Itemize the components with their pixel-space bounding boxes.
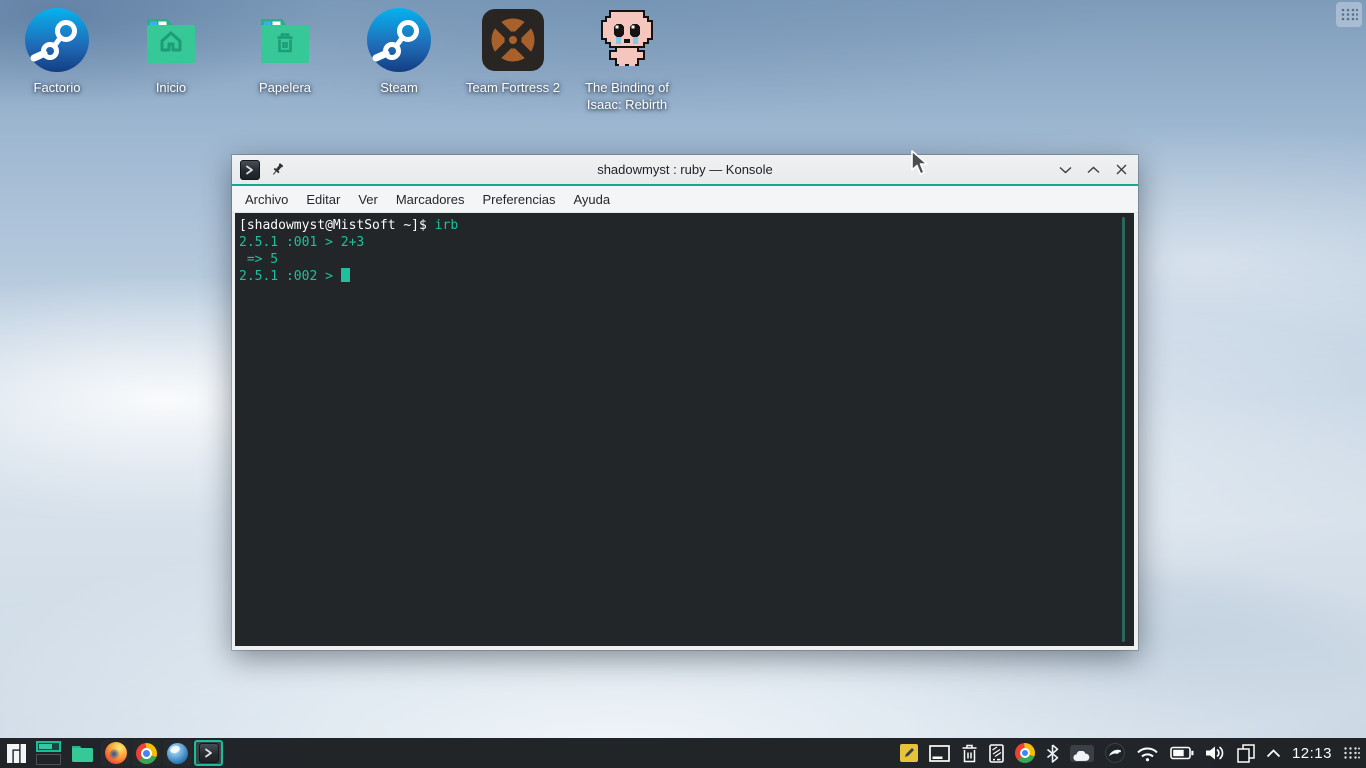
- volume-tray-icon[interactable]: [1205, 744, 1226, 762]
- pager-desktop-2[interactable]: [36, 754, 61, 765]
- desktop-icon-papelera[interactable]: Papelera: [228, 0, 342, 113]
- desktop-toolbox-button[interactable]: [1336, 2, 1362, 27]
- pager-desktop-1[interactable]: [36, 741, 61, 752]
- clock[interactable]: 12:13: [1292, 745, 1332, 762]
- task-chrome[interactable]: [132, 740, 161, 766]
- menu-marcadores[interactable]: Marcadores: [387, 188, 474, 211]
- menu-archivo[interactable]: Archivo: [236, 188, 297, 211]
- desktop-icon-isaac[interactable]: The Binding of Isaac: Rebirth: [570, 0, 684, 113]
- desktop-icon-factorio[interactable]: Factorio: [0, 0, 114, 113]
- chrome-tray-icon[interactable]: [1014, 743, 1035, 763]
- menu-preferencias[interactable]: Preferencias: [473, 188, 564, 211]
- task-konsole-active[interactable]: [194, 740, 223, 766]
- folder-trash-icon: [253, 8, 317, 72]
- globe-bird-tray-icon[interactable]: [1104, 743, 1125, 763]
- menu-bar: Archivo Editar Ver Marcadores Preferenci…: [232, 186, 1138, 213]
- frame-tray-icon[interactable]: [929, 744, 950, 762]
- chevron-up-icon: [1087, 166, 1099, 173]
- menu-ayuda[interactable]: Ayuda: [564, 188, 619, 211]
- cloud-tray-icon[interactable]: [1069, 744, 1094, 762]
- task-web-browser[interactable]: [163, 740, 192, 766]
- file-manager-launcher[interactable]: [69, 740, 95, 766]
- desktop-icon-label: Steam: [380, 80, 418, 95]
- pencil-icon: [904, 748, 914, 757]
- terminal-line: => 5: [239, 252, 279, 267]
- menu-ver[interactable]: Ver: [349, 188, 387, 211]
- wifi-tray-icon[interactable]: [1136, 744, 1159, 762]
- terminal-cursor: [340, 268, 350, 282]
- desktop-icon-grid: Factorio Inicio Papelera Steam Team Fort…: [0, 0, 684, 113]
- minimize-button[interactable]: [1056, 161, 1074, 179]
- folder-home-icon: [139, 8, 203, 72]
- virtual-desktop-pager[interactable]: [36, 741, 61, 765]
- shell-prompt: [shadowmyst@MistSoft ~]$: [239, 218, 435, 233]
- grid-dots-icon: [1341, 8, 1358, 21]
- desktop-icon-label: The Binding of Isaac: Rebirth: [585, 80, 669, 112]
- panel-toolbox-button[interactable]: [1343, 746, 1360, 760]
- pin-icon[interactable]: [270, 162, 285, 177]
- terminal-line: 2.5.1 :001 > 2+3: [239, 235, 365, 250]
- firefox-icon: [104, 742, 127, 764]
- maximize-button[interactable]: [1084, 161, 1102, 179]
- desktop-icon-steam[interactable]: Steam: [342, 0, 456, 113]
- terminal-line: 2.5.1 :002 >: [239, 268, 1132, 285]
- chevron-up-icon: [1266, 748, 1281, 757]
- terminal-output: [shadowmyst@MistSoft ~]$ irb 2.5.1 :001 …: [235, 213, 1134, 285]
- battery-tray-icon[interactable]: [1170, 746, 1194, 760]
- konsole-window-icon[interactable]: [240, 159, 260, 180]
- window-title: shadowmyst : ruby — Konsole: [597, 162, 773, 177]
- konsole-icon: [198, 743, 219, 763]
- terminal-line: [shadowmyst@MistSoft ~]$ irb: [239, 217, 1132, 234]
- desktop-icon-label: Inicio: [155, 80, 187, 95]
- desktop-icon-tf2[interactable]: Team Fortress 2: [456, 0, 570, 113]
- close-button[interactable]: [1112, 161, 1130, 179]
- shell-command: irb: [434, 218, 459, 233]
- steam-icon: [367, 8, 431, 72]
- tf2-icon: [481, 8, 545, 72]
- trash-tray-icon[interactable]: [961, 744, 978, 763]
- menu-editar[interactable]: Editar: [297, 188, 349, 211]
- application-launcher-button[interactable]: [4, 740, 28, 766]
- kdeconnect-phone-tray-icon[interactable]: [989, 743, 1004, 763]
- bluetooth-tray-icon[interactable]: [1046, 743, 1059, 763]
- desktop-icon-label: Papelera: [258, 80, 312, 95]
- terminal-area[interactable]: [shadowmyst@MistSoft ~]$ irb 2.5.1 :001 …: [232, 213, 1138, 649]
- desktop-icon-label: Factorio: [33, 80, 81, 95]
- tray-expander-button[interactable]: [1266, 748, 1281, 758]
- chrome-icon: [136, 742, 157, 764]
- isaac-icon: [595, 8, 659, 72]
- grid-dots-icon: [1344, 747, 1360, 759]
- task-firefox[interactable]: [101, 740, 130, 766]
- clipboard-tray-icon[interactable]: [1237, 743, 1255, 763]
- konsole-window: shadowmyst : ruby — Konsole Archivo Edit…: [232, 155, 1138, 650]
- globe-browser-icon: [167, 742, 188, 764]
- close-icon: [1116, 164, 1126, 175]
- window-titlebar[interactable]: shadowmyst : ruby — Konsole: [232, 155, 1138, 184]
- desktop-icon-inicio[interactable]: Inicio: [114, 0, 228, 113]
- manjaro-logo-icon: [6, 743, 26, 763]
- folder-icon: [71, 745, 93, 762]
- chevron-down-icon: [1059, 166, 1071, 173]
- desktop-icon-label: Team Fortress 2: [466, 80, 560, 95]
- terminal-scrollbar[interactable]: [1122, 217, 1125, 642]
- steam-icon: [25, 8, 89, 72]
- taskbar: 12:13: [0, 738, 1366, 768]
- sticky-note-tray-icon[interactable]: [899, 744, 918, 762]
